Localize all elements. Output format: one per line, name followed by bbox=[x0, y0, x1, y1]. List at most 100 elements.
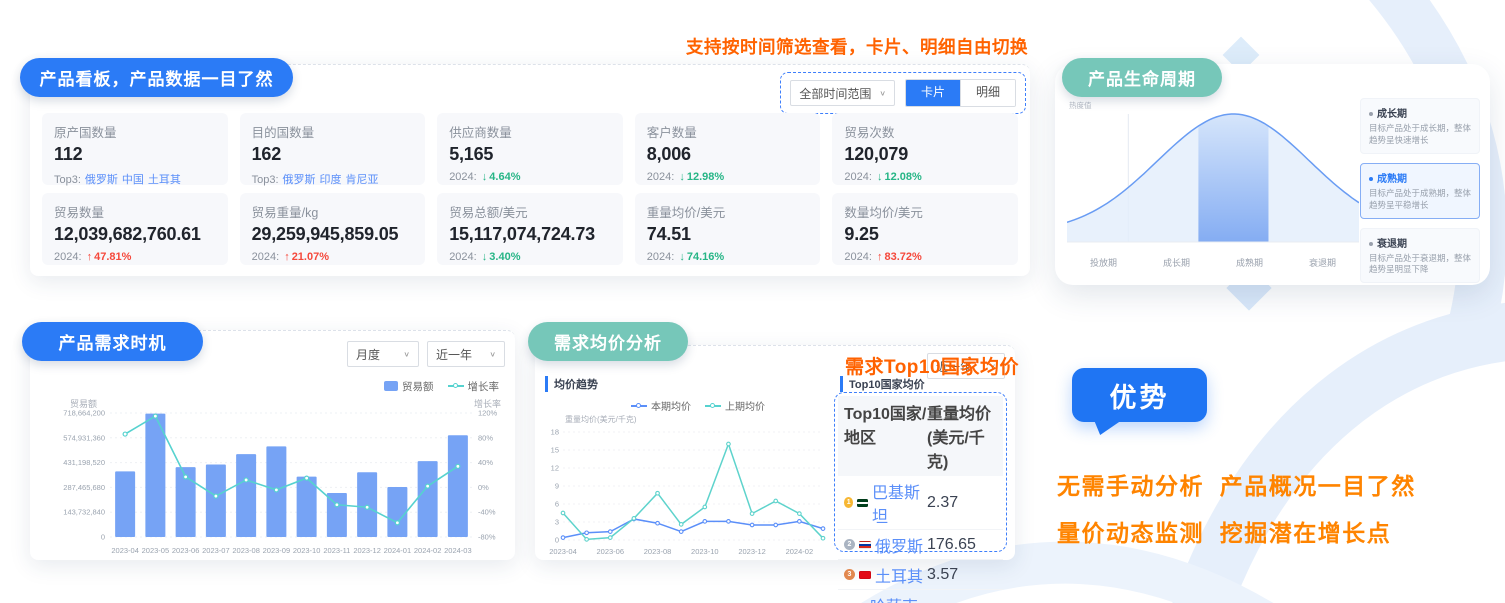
panel-stage-name: 成熟期 bbox=[1369, 170, 1471, 185]
price-y-axis-title: 重量均价(美元/千克) bbox=[565, 414, 637, 425]
bullet-dot-icon bbox=[1369, 242, 1373, 246]
country-link[interactable]: 土耳其 bbox=[875, 563, 923, 587]
avg-price-title-pill: 需求均价分析 bbox=[528, 322, 688, 361]
yoy-percent: 21.07% bbox=[292, 251, 329, 263]
svg-text:0: 0 bbox=[101, 533, 105, 542]
top10-highlight-box: Top10国家/地区重量均价(美元/千克)1巴基斯坦2.372俄罗斯176.65… bbox=[834, 392, 1007, 552]
yoy-year: 2024: bbox=[844, 171, 875, 183]
svg-text:2024-02: 2024-02 bbox=[414, 546, 442, 555]
chevron-down-icon: ∨ bbox=[489, 350, 496, 359]
price-cell: 2.37 bbox=[927, 494, 997, 512]
lifecycle-title-pill: 产品生命周期 bbox=[1062, 58, 1222, 97]
top3-country-link[interactable]: 肯尼亚 bbox=[346, 174, 379, 186]
yoy-year: 2024: bbox=[647, 251, 678, 263]
bullet-dot-icon bbox=[1369, 112, 1373, 116]
svg-text:2023-08: 2023-08 bbox=[644, 547, 672, 556]
stat-value: 120,079 bbox=[844, 144, 1006, 165]
demand-timing-chart: 0-80%143,732,840-40%287,465,6800%431,198… bbox=[36, 409, 509, 559]
stat-label: 重量均价/美元 bbox=[647, 202, 809, 221]
country-cell: 1 巴基斯坦 bbox=[844, 479, 927, 527]
dashboard-title-pill: 产品看板，产品数据一目了然 bbox=[20, 58, 293, 97]
country-cell: 3土耳其 bbox=[844, 563, 927, 587]
country-link[interactable]: 俄罗斯 bbox=[875, 533, 923, 557]
svg-text:2023-09: 2023-09 bbox=[263, 546, 291, 555]
yoy-percent: 4.64% bbox=[489, 171, 520, 183]
lifecycle-panel-item[interactable]: 衰退期目标产品处于衰退期，整体趋势呈明显下降 bbox=[1360, 228, 1480, 284]
col-price-header: 重量均价(美元/千克) bbox=[927, 400, 997, 472]
down-arrow-icon: ↓ bbox=[679, 171, 685, 183]
svg-text:-40%: -40% bbox=[478, 508, 496, 517]
yoy-year: 2024: bbox=[647, 171, 678, 183]
yoy-year: 2024: bbox=[449, 251, 480, 263]
demand-timing-title: 产品需求时机 bbox=[59, 329, 167, 354]
bullet-dot-icon bbox=[1369, 177, 1373, 181]
line-swatch-icon bbox=[448, 385, 464, 387]
stat-card: 贸易数量12,039,682,760.612024: ↑47.81% bbox=[42, 193, 228, 265]
toggle-card-button[interactable]: 卡片 bbox=[906, 80, 960, 106]
page: 支持按时间筛选查看，卡片、明细自由切换 产品看板，产品数据一目了然 全部时间范围… bbox=[0, 0, 1505, 603]
up-arrow-icon: ↑ bbox=[284, 251, 290, 263]
line-swatch-icon bbox=[631, 405, 647, 407]
trend-section-title: 均价趋势 bbox=[545, 376, 598, 392]
lifecycle-stage-labels: 投放期 成长期 成熟期 衰退期 bbox=[1067, 256, 1359, 270]
lifecycle-panel-item[interactable]: 成长期目标产品处于成长期，整体趋势呈快速增长 bbox=[1360, 98, 1480, 154]
svg-text:2024-01: 2024-01 bbox=[384, 546, 412, 555]
top3-country-link[interactable]: 印度 bbox=[320, 174, 342, 186]
avg-price-chart: 03691215182023-042023-062023-082023-1020… bbox=[539, 426, 831, 558]
period-select[interactable]: 近一年 ∨ bbox=[427, 341, 505, 367]
svg-text:2023-05: 2023-05 bbox=[142, 546, 170, 555]
advantage-bubble-label: 优势 bbox=[1110, 376, 1170, 415]
stat-label: 贸易总额/美元 bbox=[449, 202, 611, 221]
demand-timing-title-pill: 产品需求时机 bbox=[22, 322, 203, 361]
granularity-select[interactable]: 月度 ∨ bbox=[347, 341, 419, 367]
table-row[interactable]: 2俄罗斯176.65 bbox=[838, 530, 1003, 560]
svg-text:-80%: -80% bbox=[478, 533, 496, 542]
panel-stage-name: 衰退期 bbox=[1369, 235, 1471, 250]
country-cell: 2 俄罗斯 bbox=[844, 533, 927, 557]
top3-country-link[interactable]: 中国 bbox=[122, 174, 144, 186]
price-cell: 3.57 bbox=[927, 566, 997, 584]
up-arrow-icon: ↑ bbox=[87, 251, 93, 263]
panel-stage-desc: 目标产品处于衰退期，整体趋势呈明显下降 bbox=[1369, 253, 1471, 277]
svg-text:2023-12: 2023-12 bbox=[353, 546, 381, 555]
rank-medal-icon: 1 bbox=[844, 497, 853, 508]
top3-country-link[interactable]: 俄罗斯 bbox=[283, 174, 316, 186]
country-link[interactable]: 巴基斯坦 bbox=[872, 479, 927, 527]
stats-grid: 原产国数量112Top3:俄罗斯中国土耳其目的国数量162Top3:俄罗斯印度肯… bbox=[42, 113, 1018, 265]
svg-text:9: 9 bbox=[555, 482, 559, 491]
top3-country-link[interactable]: 俄罗斯 bbox=[85, 174, 118, 186]
stat-card: 目的国数量162Top3:俄罗斯印度肯尼亚 bbox=[240, 113, 426, 185]
country-flag-icon bbox=[857, 499, 868, 507]
table-header: Top10国家/地区重量均价(美元/千克) bbox=[838, 396, 1003, 476]
time-range-value: 全部时间范围 bbox=[799, 85, 871, 102]
stage-label: 成长期 bbox=[1163, 256, 1190, 269]
svg-text:718,664,200: 718,664,200 bbox=[63, 409, 105, 418]
advantage-bubble: 优势 bbox=[1072, 368, 1207, 422]
svg-text:143,732,840: 143,732,840 bbox=[63, 508, 105, 517]
stat-value: 29,259,945,859.05 bbox=[252, 224, 414, 245]
yoy-year: 2024: bbox=[252, 251, 283, 263]
country-flag-icon bbox=[859, 571, 871, 579]
rank-medal-icon: 2 bbox=[844, 539, 855, 550]
table-row[interactable]: 1 巴基斯坦2.37 bbox=[838, 476, 1003, 530]
svg-text:40%: 40% bbox=[478, 458, 493, 467]
lifecycle-panel-selected[interactable]: 成熟期目标产品处于成熟期，整体趋势呈平稳增长 bbox=[1360, 163, 1480, 219]
col-country-header: Top10国家/地区 bbox=[844, 400, 927, 472]
svg-text:431,198,520: 431,198,520 bbox=[63, 458, 105, 467]
period-value: 近一年 bbox=[436, 346, 472, 363]
svg-text:2024-02: 2024-02 bbox=[786, 547, 814, 556]
yoy-percent: 47.81% bbox=[94, 251, 131, 263]
top3-country-link[interactable]: 土耳其 bbox=[148, 174, 181, 186]
svg-text:0: 0 bbox=[555, 536, 559, 545]
stat-card: 贸易总额/美元15,117,074,724.732024: ↓3.40% bbox=[437, 193, 623, 265]
table-row[interactable]: 4哈萨克斯坦8.63 bbox=[838, 590, 1003, 603]
stat-yoy: 2024: ↓12.08% bbox=[844, 171, 1006, 183]
stat-value: 9.25 bbox=[844, 224, 1006, 245]
stat-label: 供应商数量 bbox=[449, 122, 611, 141]
svg-text:15: 15 bbox=[551, 446, 559, 455]
country-link[interactable]: 哈萨克斯坦 bbox=[870, 593, 927, 603]
time-range-select[interactable]: 全部时间范围 ∨ bbox=[790, 80, 895, 106]
toggle-detail-button[interactable]: 明细 bbox=[960, 80, 1015, 106]
svg-text:2023-04: 2023-04 bbox=[549, 547, 577, 556]
table-row[interactable]: 3土耳其3.57 bbox=[838, 560, 1003, 590]
